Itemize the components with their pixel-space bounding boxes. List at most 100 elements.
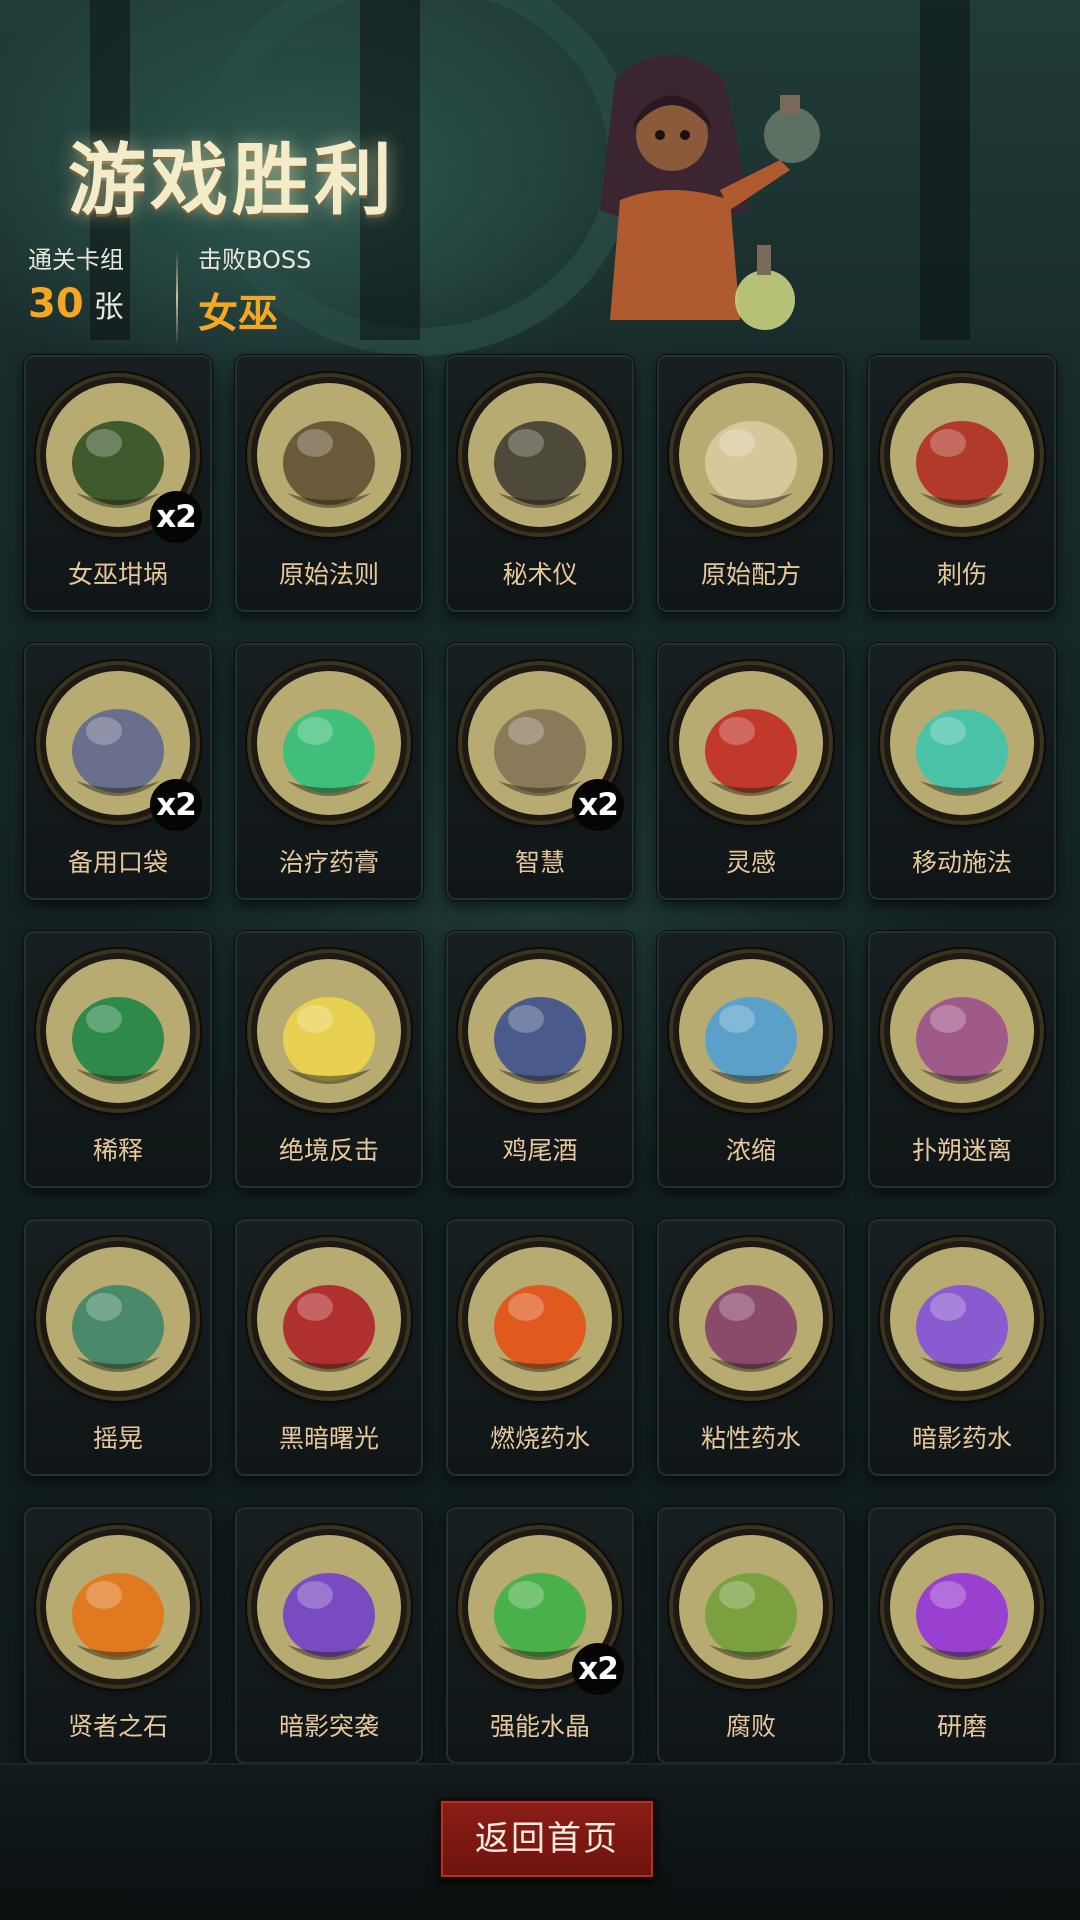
card-label: 原始法则 — [278, 560, 379, 589]
card-item[interactable]: 移动施法 — [868, 643, 1056, 900]
card-item[interactable]: 研磨 — [868, 1507, 1056, 1764]
victory-screen: 游戏胜利 通关卡组 30 张 击败BOSS 女巫 x2 女巫坩埚 原始法则秘术仪… — [0, 0, 1080, 1920]
card-icon-frame — [884, 1241, 1040, 1397]
card-icon-frame — [673, 1529, 829, 1685]
card-item[interactable]: 暗影药水 — [868, 1219, 1056, 1476]
card-item[interactable]: 刺伤 — [868, 355, 1056, 612]
warrior-icon — [257, 959, 401, 1103]
card-item[interactable]: x2 强能水晶 — [446, 1507, 634, 1764]
page-title: 游戏胜利 — [68, 136, 397, 226]
card-item[interactable]: 摇晃 — [24, 1219, 212, 1476]
card-item[interactable]: 鸡尾酒 — [446, 931, 634, 1188]
ointment-tube-icon — [257, 671, 401, 815]
cleared-deck-unit: 张 — [93, 290, 124, 325]
mystery-sphere-icon — [890, 959, 1034, 1103]
stat-divider — [176, 250, 178, 346]
card-item[interactable]: 贤者之石 — [24, 1507, 212, 1764]
card-label: 刺伤 — [936, 560, 987, 589]
reaper-icon — [257, 1535, 401, 1679]
scientist-icon — [46, 1247, 190, 1391]
card-icon-frame — [673, 953, 829, 1109]
carcass-icon — [679, 1535, 823, 1679]
card-item[interactable]: 扑朔迷离 — [868, 931, 1056, 1188]
card-item[interactable]: 绝境反击 — [235, 931, 423, 1188]
scroll-icon — [679, 383, 823, 527]
card-item[interactable]: 治疗药膏 — [235, 643, 423, 900]
card-label: 腐败 — [725, 1712, 776, 1741]
card-item[interactable]: x2 备用口袋 — [24, 643, 212, 900]
demon-icon — [257, 1247, 401, 1391]
card-item[interactable]: 浓缩 — [657, 931, 845, 1188]
card-item[interactable]: 粘性药水 — [657, 1219, 845, 1476]
card-icon-frame — [462, 953, 618, 1109]
witch-boss-illustration — [600, 55, 820, 330]
card-label: 摇晃 — [92, 1424, 143, 1453]
cleared-deck-count: 30 — [28, 281, 84, 327]
card-icon-frame — [884, 377, 1040, 533]
cleared-deck-value: 30 张 — [28, 281, 124, 327]
card-icon-frame — [251, 377, 407, 533]
alchemist-icon — [679, 1247, 823, 1391]
reaper-potion-icon — [890, 1247, 1034, 1391]
card-label: 强能水晶 — [489, 1712, 590, 1741]
dagger-icon — [890, 383, 1034, 527]
card-icon-frame — [884, 1529, 1040, 1685]
card-count-badge: x2 — [572, 1643, 624, 1695]
skull-brain-icon — [679, 671, 823, 815]
card-label: 粘性药水 — [700, 1424, 801, 1453]
card-icon-frame — [251, 953, 407, 1109]
cleared-deck-stat: 通关卡组 30 张 — [28, 240, 124, 327]
philosopher-stone-icon — [46, 1535, 190, 1679]
card-count-badge: x2 — [572, 779, 624, 831]
card-item[interactable]: x2 智慧 — [446, 643, 634, 900]
boss-name: 女巫 — [198, 291, 278, 337]
card-grid: x2 女巫坩埚原始法则 秘术仪 原始配方 刺伤 x2 备用口袋 治疗药膏 x2 智慧灵感 移动施法稀… — [24, 355, 1056, 1764]
card-item[interactable]: 秘术仪 — [446, 355, 634, 612]
return-home-button[interactable]: 返回首页 — [438, 1798, 656, 1880]
wizard-icon — [890, 671, 1034, 815]
card-item[interactable]: x2 女巫坩埚 — [24, 355, 212, 612]
card-icon-frame — [462, 1241, 618, 1397]
card-label: 移动施法 — [911, 848, 1012, 877]
card-item[interactable]: 稀释 — [24, 931, 212, 1188]
victory-header: 游戏胜利 通关卡组 30 张 击败BOSS 女巫 — [0, 0, 1080, 346]
card-item[interactable]: 燃烧药水 — [446, 1219, 634, 1476]
card-icon-frame — [673, 1241, 829, 1397]
card-label: 治疗药膏 — [278, 848, 379, 877]
card-label: 灵感 — [725, 848, 776, 877]
card-label: 稀释 — [92, 1136, 143, 1165]
card-item[interactable]: 腐败 — [657, 1507, 845, 1764]
card-icon-frame — [40, 953, 196, 1109]
fire-potion-icon — [468, 1247, 612, 1391]
card-icon-frame — [673, 377, 829, 533]
card-label: 暗影突袭 — [278, 1712, 379, 1741]
card-icon-frame — [462, 377, 618, 533]
grinder-icon — [890, 1535, 1034, 1679]
card-label: 扑朔迷离 — [911, 1136, 1012, 1165]
scales-icon — [257, 383, 401, 527]
cleared-deck-label: 通关卡组 — [28, 246, 124, 274]
alchemy-flask-icon — [679, 959, 823, 1103]
card-label: 研磨 — [936, 1712, 987, 1741]
card-icon-frame — [673, 665, 829, 821]
card-icon-frame — [40, 1529, 196, 1685]
card-icon-frame — [40, 1241, 196, 1397]
card-item[interactable]: 原始法则 — [235, 355, 423, 612]
card-item[interactable]: 暗影突袭 — [235, 1507, 423, 1764]
card-item[interactable]: 黑暗曙光 — [235, 1219, 423, 1476]
card-label: 原始配方 — [700, 560, 801, 589]
card-item[interactable]: 原始配方 — [657, 355, 845, 612]
card-label: 黑暗曙光 — [278, 1424, 379, 1453]
card-icon-frame — [884, 953, 1040, 1109]
card-label: 秘术仪 — [502, 560, 578, 589]
card-icon-frame — [251, 665, 407, 821]
card-label: 浓缩 — [725, 1136, 776, 1165]
card-label: 贤者之石 — [67, 1712, 168, 1741]
boss-stat: 击败BOSS 女巫 — [198, 240, 311, 339]
card-label: 备用口袋 — [67, 848, 168, 877]
card-label: 绝境反击 — [278, 1136, 379, 1165]
card-icon-frame — [251, 1241, 407, 1397]
card-label: 暗影药水 — [911, 1424, 1012, 1453]
card-item[interactable]: 灵感 — [657, 643, 845, 900]
card-count-badge: x2 — [150, 779, 202, 831]
